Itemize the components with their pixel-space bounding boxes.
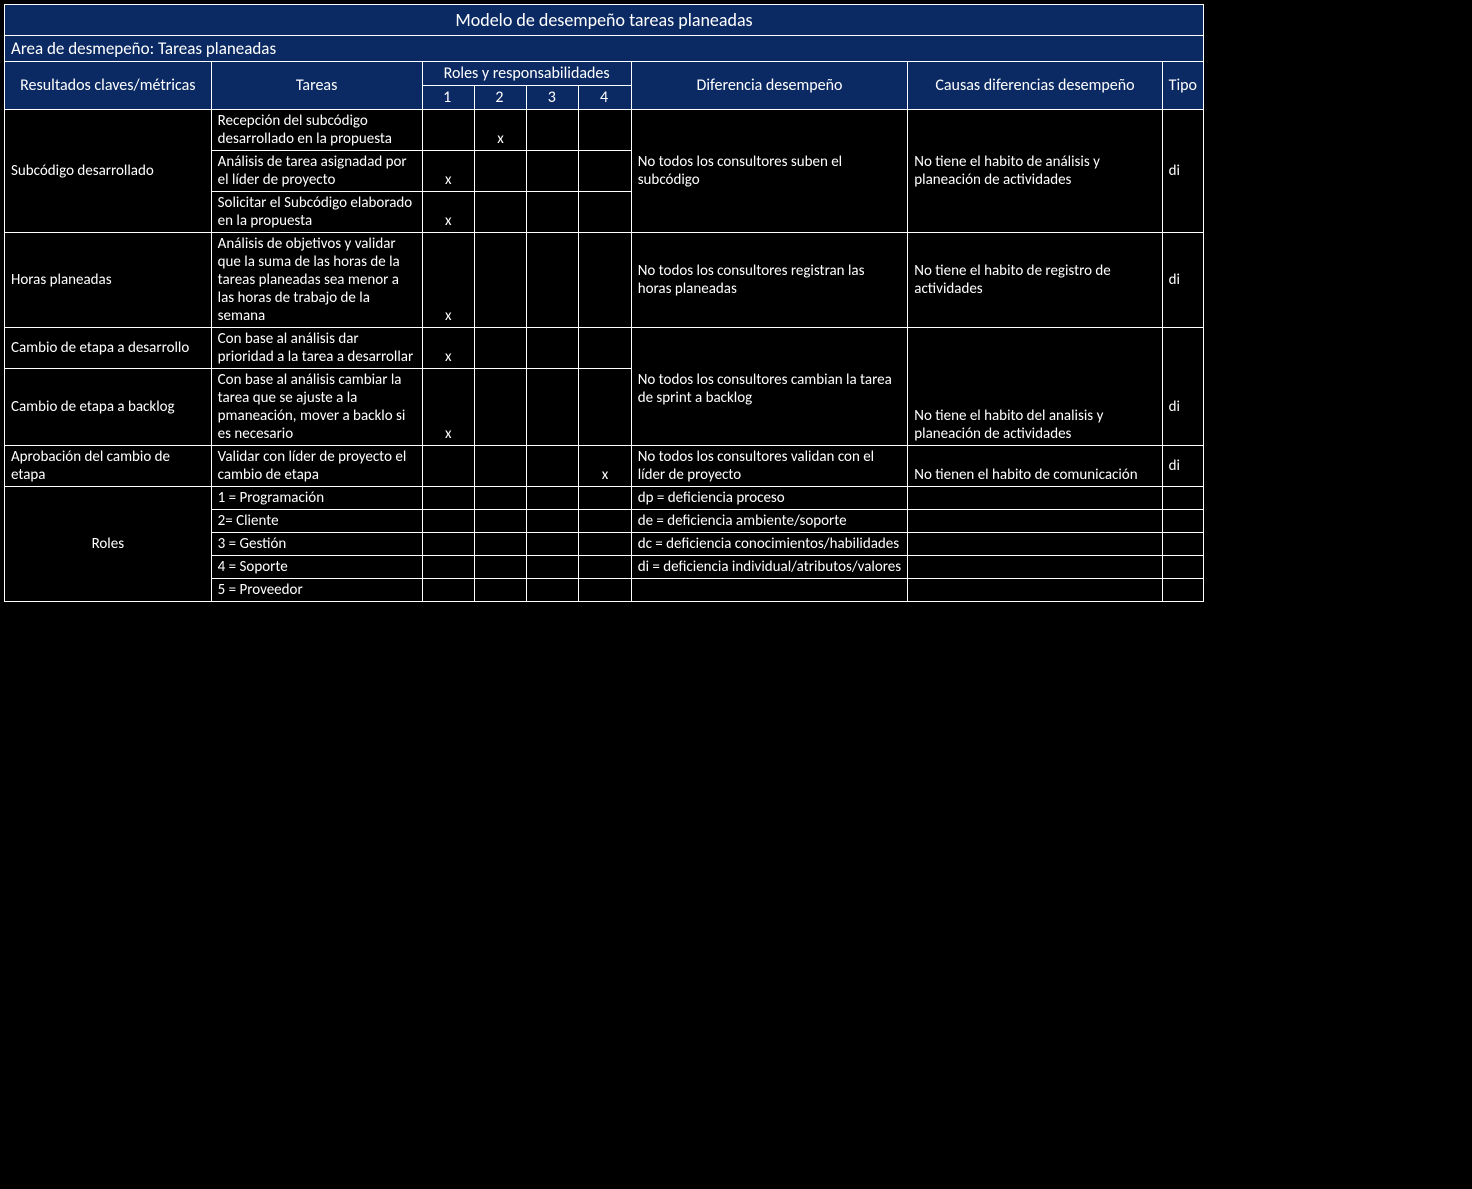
role-mark: x <box>579 446 631 487</box>
legend-role-5: 5 = Proveedor <box>211 579 422 602</box>
legend-def-5 <box>631 579 908 602</box>
role-mark <box>579 192 631 233</box>
legend-def-1: dp = deficiencia proceso <box>631 487 908 510</box>
role-mark <box>579 151 631 192</box>
header-tareas: Tareas <box>211 62 422 110</box>
diferencia-6: No todos los consultores cambian la tare… <box>631 369 908 446</box>
causas-1: No tiene el habito de análisis y planeac… <box>908 110 1162 233</box>
role-mark <box>474 233 526 328</box>
header-diferencia: Diferencia desempeño <box>631 62 908 110</box>
role-mark: x <box>422 369 474 446</box>
resultado-6: Cambio de etapa a backlog <box>5 369 212 446</box>
legend-role-2: 2= Cliente <box>211 510 422 533</box>
role-mark <box>527 110 579 151</box>
diferencia-1: No todos los consultores suben el subcód… <box>631 110 908 233</box>
tipo-7: di <box>1162 446 1203 487</box>
role-mark <box>579 369 631 446</box>
role-mark <box>422 110 474 151</box>
tarea-3: Solicitar el Subcódigo elaborado en la p… <box>211 192 422 233</box>
role-mark <box>527 192 579 233</box>
role-mark <box>527 233 579 328</box>
role-mark: x <box>422 233 474 328</box>
header-roles: Roles y responsabilidades <box>422 62 631 86</box>
legend-role-3: 3 = Gestión <box>211 533 422 556</box>
role-mark: x <box>474 110 526 151</box>
header-role-3: 3 <box>527 86 579 110</box>
tarea-2: Análisis de tarea asignadad por el líder… <box>211 151 422 192</box>
role-mark: x <box>422 328 474 369</box>
performance-model-table: Modelo de desempeño tareas planeadas Are… <box>4 4 1204 602</box>
header-role-4: 4 <box>579 86 631 110</box>
header-causas: Causas diferencias desempeño <box>908 62 1162 110</box>
table-title: Modelo de desempeño tareas planeadas <box>5 5 1204 36</box>
tarea-4: Análisis de objetivos y validar que la s… <box>211 233 422 328</box>
resultado-4: Horas planeadas <box>5 233 212 328</box>
tarea-7: Validar con líder de proyecto el cambio … <box>211 446 422 487</box>
tipo-1: di <box>1162 110 1203 233</box>
header-role-1: 1 <box>422 86 474 110</box>
header-role-2: 2 <box>474 86 526 110</box>
role-mark <box>474 369 526 446</box>
role-mark <box>474 151 526 192</box>
causas-4: No tiene el habito de registro de activi… <box>908 233 1162 328</box>
diferencia-4: No todos los consultores registran las h… <box>631 233 908 328</box>
role-mark <box>474 446 526 487</box>
resultado-7: Aprobación del cambio de etapa <box>5 446 212 487</box>
header-tipo: Tipo <box>1162 62 1203 110</box>
header-resultados: Resultados claves/métricas <box>5 62 212 110</box>
role-mark: x <box>422 151 474 192</box>
role-mark <box>474 192 526 233</box>
tipo-4: di <box>1162 233 1203 328</box>
diferencia-7: No todos los consultores validan con el … <box>631 446 908 487</box>
role-mark: x <box>422 192 474 233</box>
resultado-5: Cambio de etapa a desarrollo <box>5 328 212 369</box>
legend-role-1: 1 = Programación <box>211 487 422 510</box>
role-mark <box>527 369 579 446</box>
role-mark <box>579 110 631 151</box>
legend-def-3: dc = deficiencia conocimientos/habilidad… <box>631 533 908 556</box>
roles-legend-label: Roles <box>5 487 212 602</box>
causas-6: No tiene el habito del analisis y planea… <box>908 369 1162 446</box>
legend-def-4: di = deficiencia individual/atributos/va… <box>631 556 908 579</box>
causas-7: No tienen el habito de comunicación <box>908 446 1162 487</box>
role-mark <box>579 328 631 369</box>
role-mark <box>422 446 474 487</box>
role-mark <box>527 151 579 192</box>
role-mark <box>527 446 579 487</box>
resultado-1: Subcódigo desarrollado <box>5 110 212 233</box>
tarea-5: Con base al análisis dar prioridad a la … <box>211 328 422 369</box>
role-mark <box>474 328 526 369</box>
area-label: Area de desmepeño: Tareas planeadas <box>5 36 1204 62</box>
tarea-6: Con base al análisis cambiar la tarea qu… <box>211 369 422 446</box>
tarea-1: Recepción del subcódigo desarrollado en … <box>211 110 422 151</box>
role-mark <box>579 233 631 328</box>
diferencia-5 <box>631 328 908 369</box>
causas-5 <box>908 328 1162 369</box>
legend-def-2: de = deficiencia ambiente/soporte <box>631 510 908 533</box>
role-mark <box>527 328 579 369</box>
tipo-6: di <box>1162 369 1203 446</box>
tipo-5 <box>1162 328 1203 369</box>
legend-role-4: 4 = Soporte <box>211 556 422 579</box>
